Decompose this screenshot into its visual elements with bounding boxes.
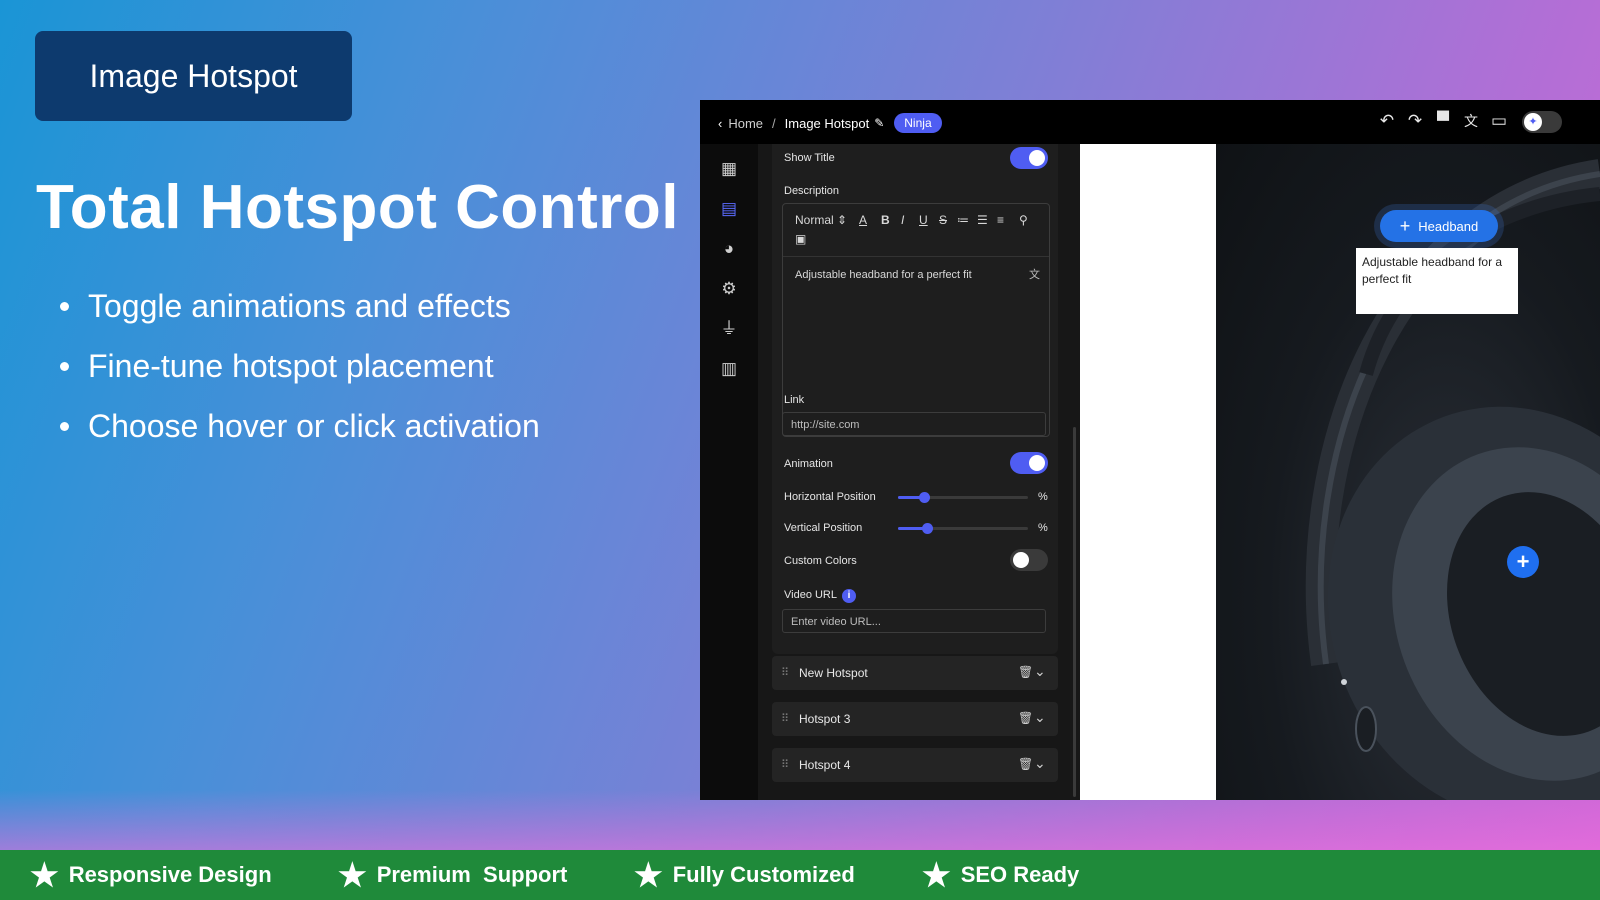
product-badge: Image Hotspot (35, 31, 352, 121)
paint-roller-icon[interactable]: ▀ (1432, 111, 1454, 131)
slider-thumb[interactable] (922, 523, 933, 534)
horizontal-position-label: Horizontal Position (784, 491, 876, 503)
plug-icon[interactable]: ⏚ (718, 318, 740, 340)
link-icon[interactable]: ⚲ (1019, 213, 1028, 227)
trash-icon[interactable]: 🗑 (1018, 665, 1033, 679)
feature-bullets: Toggle animations and effects Fine-tune … (60, 282, 540, 462)
desktop-icon[interactable]: ▭ (1488, 111, 1510, 131)
table-icon[interactable]: ▤ (718, 198, 740, 220)
horizontal-position-slider[interactable] (898, 492, 1028, 503)
trash-icon[interactable]: 🗑 (1018, 711, 1033, 725)
translate-icon[interactable]: 文 (1029, 266, 1040, 282)
hero-title: Total Hotspot Control (36, 173, 680, 242)
hotspot-settings: Show Title Description Normal ⇕ A B I U … (772, 144, 1058, 654)
redo-icon[interactable]: ↷ (1404, 111, 1426, 131)
breadcrumb: ‹ Home / Image Hotspot ✎ Ninja (718, 113, 942, 133)
video-url-label: Video URL i (784, 589, 856, 603)
custom-colors-toggle[interactable] (1010, 549, 1048, 571)
editor-divider (783, 256, 1049, 257)
feature-customized: ★ Fully Customized (634, 857, 855, 893)
undo-icon[interactable]: ↶ (1376, 111, 1398, 131)
drag-handle-icon[interactable]: ⠿ (781, 666, 789, 679)
hotspot-tooltip: Adjustable headband for a perfect fit (1356, 248, 1518, 314)
breadcrumb-home[interactable]: Home (728, 116, 763, 131)
hotspot-item[interactable]: ⠿ New Hotspot 🗑 ⌄ (772, 656, 1058, 690)
custom-colors-label: Custom Colors (784, 555, 857, 567)
chart-icon[interactable]: ▥ (718, 358, 740, 380)
format-select[interactable]: Normal ⇕ (795, 213, 847, 227)
italic-icon[interactable]: I (901, 213, 904, 227)
show-title-label: Show Title (784, 152, 835, 164)
horizontal-unit: % (1038, 491, 1048, 503)
image-icon[interactable]: ▣ (795, 232, 806, 246)
breadcrumb-separator: / (772, 115, 776, 131)
palette-icon[interactable]: ◕ (718, 238, 740, 260)
drag-handle-icon[interactable]: ⠿ (781, 712, 789, 725)
bullet-item: Toggle animations and effects (60, 282, 540, 342)
chevron-down-icon[interactable]: ⌄ (1034, 663, 1046, 680)
ordered-list-icon[interactable]: ≔ (957, 213, 969, 227)
ai-toggle-icon[interactable]: ✦ (1522, 111, 1562, 133)
description-text: Adjustable headband for a perfect fit (795, 269, 972, 281)
star-icon: ★ (634, 857, 663, 893)
bold-icon[interactable]: B (881, 213, 890, 227)
vertical-position-slider[interactable] (898, 523, 1028, 534)
hotspot-button-label: Headband (1418, 218, 1479, 234)
feature-footer: ★ Responsive Design ★ Premium Support ★ Ful… (0, 850, 1600, 900)
canvas-margin (1080, 144, 1216, 800)
star-icon: ★ (30, 857, 59, 893)
feature-support: ★ Premium Support (338, 857, 568, 893)
translate-icon[interactable]: 文 (1460, 111, 1482, 131)
align-icon[interactable]: ≡ (997, 213, 1004, 227)
app-window: ‹ Home / Image Hotspot ✎ Ninja ↶ ↷ ▀ 文 ▭… (700, 100, 1600, 800)
strikethrough-icon[interactable]: S (939, 213, 947, 227)
description-editor[interactable]: Normal ⇕ A B I U S ≔ ☰ ≡ ⚲ ▣ Adjustable … (782, 203, 1050, 437)
headphones-illustration (1305, 159, 1600, 800)
product-badge-label: Image Hotspot (89, 57, 298, 94)
trash-icon[interactable]: 🗑 (1018, 757, 1033, 771)
hotspot-item[interactable]: ⠿ Hotspot 4 🗑 ⌄ (772, 748, 1058, 782)
link-label: Link (784, 394, 805, 406)
settings-panel: Show Title Description Normal ⇕ A B I U … (758, 144, 1080, 800)
vertical-position-label: Vertical Position (784, 522, 863, 534)
drag-handle-icon[interactable]: ⠿ (781, 758, 789, 771)
back-chevron-icon[interactable]: ‹ (718, 116, 722, 131)
gear-icon[interactable]: ⚙ (718, 278, 740, 300)
feature-responsive: ★ Responsive Design (30, 857, 272, 893)
headphones-photo: + Headband Adjustable headband for a perf… (1216, 144, 1600, 800)
hotspot-button[interactable]: + Headband (1380, 210, 1498, 242)
description-label: Description (784, 185, 840, 197)
hotspot-name: Hotspot 3 (799, 712, 851, 726)
bullet-list-icon[interactable]: ☰ (977, 213, 988, 227)
animation-label: Animation (784, 458, 833, 470)
ninja-tag: Ninja (894, 113, 942, 133)
edit-title-icon[interactable]: ✎ (874, 116, 884, 130)
animation-toggle[interactable] (1010, 452, 1048, 474)
slider-thumb[interactable] (919, 492, 930, 503)
vertical-unit: % (1038, 522, 1048, 534)
hotspot-plus-button[interactable]: + (1507, 546, 1539, 578)
chevron-down-icon[interactable]: ⌄ (1034, 755, 1046, 772)
feature-seo: ★ SEO Ready (922, 857, 1080, 893)
show-title-toggle[interactable] (1010, 147, 1048, 169)
hotspot-name: New Hotspot (799, 666, 868, 680)
panel-scrollbar[interactable] (1073, 427, 1076, 797)
info-icon[interactable]: i (842, 589, 856, 603)
link-input[interactable]: http://site.com (782, 412, 1046, 436)
underline-icon[interactable]: U (919, 213, 928, 227)
top-bar: ‹ Home / Image Hotspot ✎ Ninja ↶ ↷ ▀ 文 ▭… (700, 100, 1600, 144)
text-color-icon[interactable]: A (859, 213, 867, 227)
bullet-item: Choose hover or click activation (60, 402, 540, 462)
sidebar: ▦ ▤ ◕ ⚙ ⏚ ▥ (700, 144, 759, 800)
bullet-item: Fine-tune hotspot placement (60, 342, 540, 402)
video-url-input[interactable]: Enter video URL... (782, 609, 1046, 633)
hotspot-name: Hotspot 4 (799, 758, 851, 772)
star-icon: ★ (922, 857, 951, 893)
hotspot-item[interactable]: ⠿ Hotspot 3 🗑 ⌄ (772, 702, 1058, 736)
star-icon: ★ (338, 857, 367, 893)
dashboard-icon[interactable]: ▦ (718, 158, 740, 180)
chevron-down-icon[interactable]: ⌄ (1034, 709, 1046, 726)
breadcrumb-current: Image Hotspot (784, 115, 870, 131)
